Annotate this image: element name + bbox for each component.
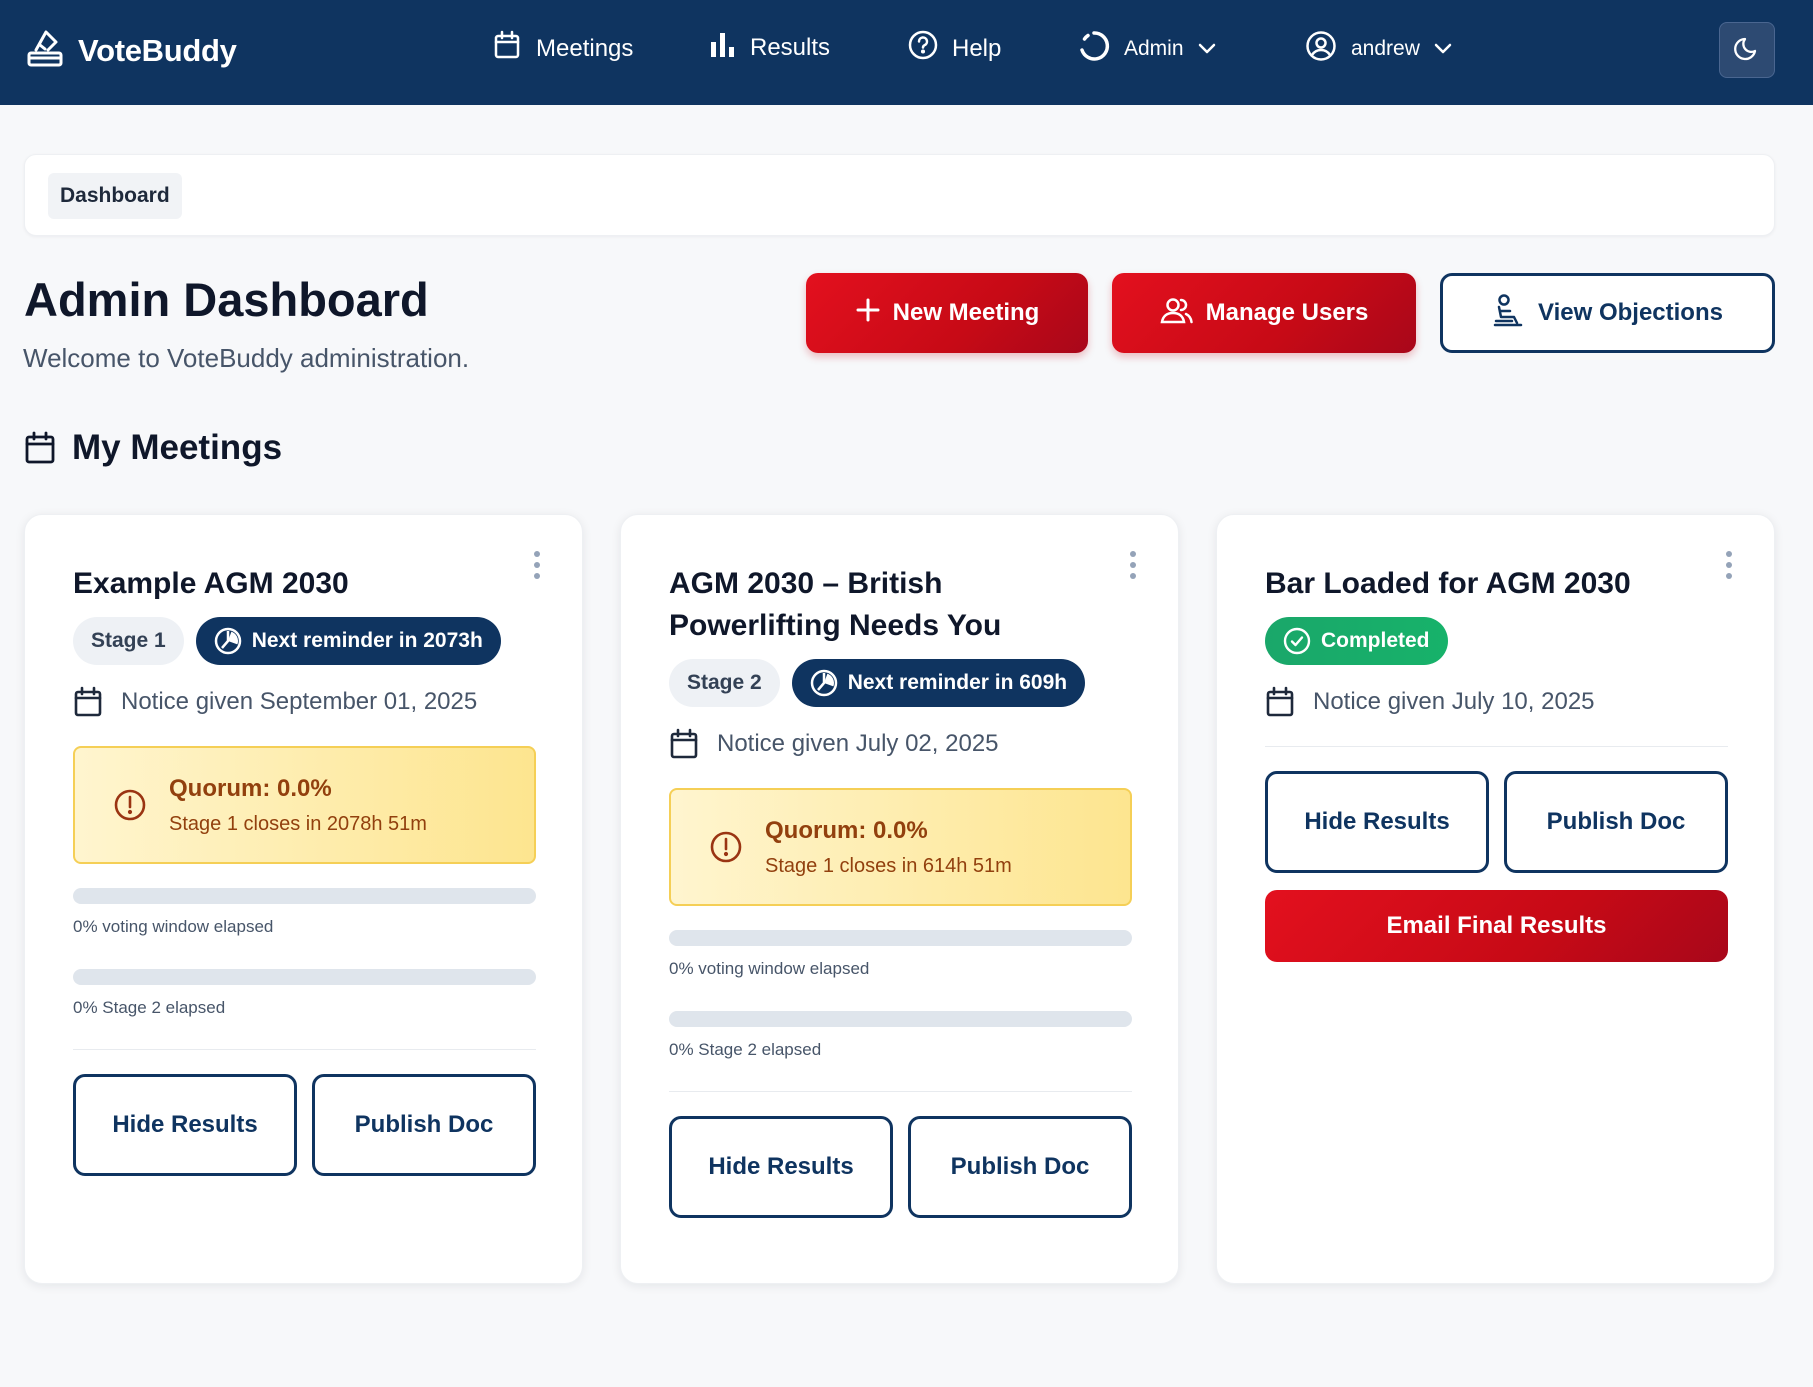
section-title: My Meetings <box>72 428 283 467</box>
hide-results-button[interactable]: Hide Results <box>669 1116 893 1218</box>
user-menu[interactable]: andrew <box>1305 30 1452 68</box>
stage-badge: Stage 1 <box>73 617 184 665</box>
brand-logo[interactable]: VoteBuddy <box>26 28 237 73</box>
chevron-down-icon <box>1198 37 1216 61</box>
bar-chart-icon <box>710 30 736 65</box>
manage-users-label: Manage Users <box>1205 299 1369 326</box>
nav-help-label: Help <box>952 34 1002 62</box>
breadcrumb: Dashboard <box>24 154 1775 236</box>
notice-row: Notice given July 02, 2025 <box>669 728 999 760</box>
new-meeting-label: New Meeting <box>892 299 1040 326</box>
calendar-icon <box>669 728 699 760</box>
meeting-card: AGM 2030 – British Powerlifting Needs Yo… <box>620 514 1179 1284</box>
meeting-title: AGM 2030 – British Powerlifting Needs Yo… <box>669 567 1002 642</box>
notice-text: Notice given September 01, 2025 <box>121 688 478 715</box>
voting-window-label: 0% voting window elapsed <box>669 959 870 978</box>
user-menu-label: andrew <box>1351 37 1420 60</box>
calendar-icon <box>73 686 103 718</box>
card-divider <box>1265 746 1728 747</box>
quorum-title: Quorum: 0.0% <box>765 816 928 844</box>
voting-window-progress <box>73 888 536 904</box>
meeting-card: Bar Loaded for AGM 2030 Completed Notice… <box>1216 514 1775 1284</box>
new-meeting-button[interactable]: New Meeting <box>806 273 1088 353</box>
calendar-icon <box>24 431 56 465</box>
quorum-alert: Quorum: 0.0% Stage 1 closes in 614h 51m <box>669 788 1132 906</box>
nav-results-label: Results <box>750 33 831 61</box>
my-meetings-heading: My Meetings <box>24 428 282 468</box>
reminder-badge: Next reminder in 2073h <box>195 617 501 665</box>
publish-doc-button[interactable]: Publish Doc <box>312 1074 536 1176</box>
stage2-progress <box>669 1011 1132 1027</box>
stage2-progress <box>73 969 536 985</box>
nav-results[interactable]: Results <box>710 30 830 65</box>
alert-circle-icon <box>113 788 147 822</box>
theme-toggle-button[interactable] <box>1719 22 1775 78</box>
meeting-title: Example AGM 2030 <box>73 567 349 600</box>
view-objections-label: View Objections <box>1538 299 1723 326</box>
plus-icon <box>855 297 881 330</box>
clock-icon <box>810 669 838 697</box>
reminder-text: Next reminder in 2073h <box>251 629 483 652</box>
meeting-card: Example AGM 2030 Stage 1 Next reminder i… <box>24 514 583 1284</box>
help-circle-icon <box>908 30 938 67</box>
nav-meetings[interactable]: Meetings <box>492 30 633 67</box>
chevron-down-icon <box>1434 37 1452 61</box>
brand-name: VoteBuddy <box>78 32 237 68</box>
card-divider <box>73 1049 536 1050</box>
top-navbar: VoteBuddy Meetings Results Help Admin an… <box>0 0 1813 105</box>
more-options-icon[interactable] <box>1724 551 1734 579</box>
meeting-title: Bar Loaded for AGM 2030 <box>1265 567 1631 600</box>
more-options-icon[interactable] <box>532 551 542 579</box>
hide-results-button[interactable]: Hide Results <box>73 1074 297 1176</box>
objection-person-icon <box>1492 293 1524 334</box>
ballot-box-icon <box>26 28 64 73</box>
voting-window-progress <box>669 930 1132 946</box>
alert-circle-icon <box>709 830 743 864</box>
quorum-subtitle: Stage 1 closes in 614h 51m <box>765 854 1012 877</box>
view-objections-button[interactable]: View Objections <box>1440 273 1775 353</box>
calendar-icon <box>1265 686 1295 718</box>
notice-row: Notice given September 01, 2025 <box>73 686 477 718</box>
completed-badge: Completed <box>1265 617 1448 665</box>
users-icon <box>1160 296 1194 331</box>
clock-icon <box>214 627 242 655</box>
breadcrumb-item-dashboard[interactable]: Dashboard <box>48 173 182 219</box>
calendar-icon <box>492 30 522 67</box>
spinner-icon <box>1078 30 1110 68</box>
notice-text: Notice given July 10, 2025 <box>1313 688 1595 715</box>
publish-doc-button[interactable]: Publish Doc <box>1504 771 1728 873</box>
quorum-title: Quorum: 0.0% <box>169 774 332 802</box>
completed-label: Completed <box>1321 629 1430 652</box>
admin-menu[interactable]: Admin <box>1078 30 1216 68</box>
moon-icon <box>1733 34 1761 67</box>
voting-window-label: 0% voting window elapsed <box>73 917 274 936</box>
reminder-badge: Next reminder in 609h <box>791 659 1086 707</box>
nav-meetings-label: Meetings <box>536 34 634 62</box>
nav-help[interactable]: Help <box>908 30 1001 67</box>
notice-row: Notice given July 10, 2025 <box>1265 686 1595 718</box>
hide-results-button[interactable]: Hide Results <box>1265 771 1489 873</box>
page-subtitle: Welcome to VoteBuddy administration. <box>23 343 470 373</box>
publish-doc-button[interactable]: Publish Doc <box>908 1116 1132 1218</box>
manage-users-button[interactable]: Manage Users <box>1112 273 1416 353</box>
stage2-label: 0% Stage 2 elapsed <box>73 998 226 1017</box>
reminder-text: Next reminder in 609h <box>847 671 1068 694</box>
check-circle-icon <box>1283 627 1311 655</box>
stage2-label: 0% Stage 2 elapsed <box>669 1040 822 1059</box>
stage-badge: Stage 2 <box>669 659 780 707</box>
quorum-subtitle: Stage 1 closes in 2078h 51m <box>169 812 427 835</box>
quorum-alert: Quorum: 0.0% Stage 1 closes in 2078h 51m <box>73 746 536 864</box>
user-circle-icon <box>1305 30 1337 68</box>
notice-text: Notice given July 02, 2025 <box>717 730 999 757</box>
admin-menu-label: Admin <box>1124 37 1184 60</box>
page-title: Admin Dashboard <box>24 273 429 326</box>
card-divider <box>669 1091 1132 1092</box>
email-final-results-button[interactable]: Email Final Results <box>1265 890 1728 962</box>
more-options-icon[interactable] <box>1128 551 1138 579</box>
